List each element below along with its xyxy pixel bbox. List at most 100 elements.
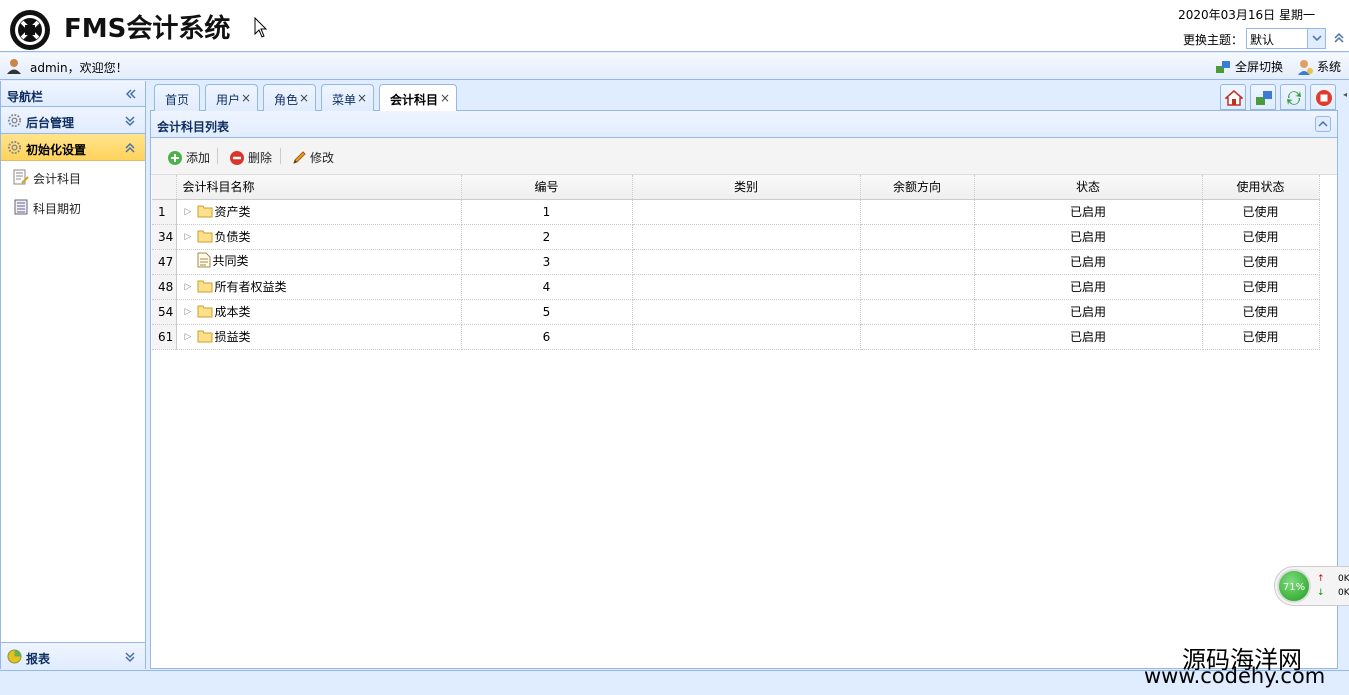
tab-bar: 首页 用户 × 角色 × 菜单 × 会计科目 × (150, 81, 1338, 112)
column-header[interactable]: 类别 (632, 175, 861, 200)
fullscreen-label: 全屏切换 (1235, 60, 1284, 74)
fullscreen-button[interactable]: 全屏切换 (1215, 58, 1283, 75)
expand-arrow-icon[interactable]: ▷ (185, 282, 197, 292)
close-icon[interactable]: × (357, 91, 367, 105)
column-header[interactable]: 会计科目名称 (176, 175, 462, 200)
close-icon[interactable]: × (241, 91, 251, 105)
subject-name-cell[interactable]: ▷ 成本类 (176, 299, 462, 325)
delete-label: 删除 (248, 151, 273, 165)
nav-group-reports[interactable]: 报表 (1, 642, 145, 669)
table-row[interactable]: 54 ▷ 成本类 5 已启用 已使用 (152, 299, 1320, 325)
fullscreen-icon (1216, 60, 1230, 73)
tab-home[interactable]: 首页 (154, 84, 200, 111)
nav-group-init-settings[interactable]: 初始化设置 (1, 134, 145, 161)
close-icon[interactable]: × (440, 91, 450, 105)
tab-accounting-subjects[interactable]: 会计科目 × (379, 84, 457, 112)
nav-group-label: 报表 (26, 652, 51, 666)
status-cell: 已启用 (974, 274, 1203, 300)
subject-code: 6 (461, 324, 633, 350)
sidebar-item-initial-balances[interactable]: 科目期初 (1, 191, 145, 221)
home-button[interactable] (1220, 84, 1246, 110)
toolbar-separator (217, 148, 218, 164)
fullscreen-icon (1256, 91, 1272, 105)
column-header[interactable]: 使用状态 (1202, 175, 1320, 200)
tab-label: 角色 (274, 93, 299, 107)
collapse-header-icon[interactable] (1333, 32, 1345, 44)
close-icon[interactable]: × (299, 91, 309, 105)
balance-direction (860, 299, 975, 325)
fullscreen-tab-button[interactable] (1250, 84, 1276, 110)
subject-category (632, 299, 861, 325)
subject-list-panel: 会计科目列表 添加 删除 修改 会计科目名称 编号 类别 余额方向 状态 使用状… (150, 111, 1338, 669)
balance-direction (860, 324, 975, 350)
column-header[interactable]: 编号 (461, 175, 633, 200)
collapse-nav-icon[interactable] (125, 88, 137, 100)
arrow-up-icon: ↑ (1317, 574, 1325, 584)
logo-icon (10, 10, 50, 50)
expand-arrow-icon[interactable]: ▷ (185, 332, 197, 342)
nav-group-backend[interactable]: 后台管理 (1, 107, 145, 134)
expand-arrow-icon[interactable]: ▷ (185, 207, 197, 217)
main-area: 首页 用户 × 角色 × 菜单 × 会计科目 × 会计科目列表 添加 删除 修改… (150, 81, 1338, 669)
system-user-icon (1298, 59, 1313, 75)
nav-header: 导航栏 (1, 81, 145, 107)
folder-icon (197, 204, 213, 221)
theme-select[interactable]: 默认 (1246, 28, 1326, 49)
subject-category (632, 249, 861, 275)
table-row[interactable]: 1 ▷ 资产类 1 已启用 已使用 (152, 199, 1320, 225)
column-header[interactable]: 状态 (974, 175, 1203, 200)
add-icon (168, 150, 182, 165)
tab-users[interactable]: 用户 × (205, 84, 258, 111)
row-number: 34 (152, 224, 177, 250)
column-header[interactable]: 余额方向 (860, 175, 975, 200)
subject-name-cell[interactable]: 共同类 (176, 249, 462, 275)
delete-button[interactable]: 删除 (229, 149, 272, 166)
watermark-url: www.codehy.com (1144, 664, 1326, 688)
subject-category (632, 324, 861, 350)
nav-title: 导航栏 (7, 90, 44, 104)
subject-name-cell[interactable]: ▷ 所有者权益类 (176, 274, 462, 300)
table-row[interactable]: 47 共同类 3 已启用 已使用 (152, 249, 1320, 275)
grid-header-row: 会计科目名称 编号 类别 余额方向 状态 使用状态 (152, 175, 1320, 200)
subject-name-cell[interactable]: ▷ 资产类 (176, 199, 462, 225)
edit-button[interactable]: 修改 (291, 149, 334, 166)
collapse-panel-button[interactable] (1315, 116, 1331, 132)
row-number: 48 (152, 274, 177, 300)
row-number: 54 (152, 299, 177, 325)
subject-name: 损益类 (214, 329, 251, 344)
list-document-icon (14, 199, 28, 215)
close-all-button[interactable] (1310, 84, 1336, 110)
user-avatar-icon (7, 59, 21, 74)
nav-group-label: 初始化设置 (26, 143, 87, 157)
chevron-down-icon[interactable] (1307, 29, 1325, 48)
expand-arrow-icon[interactable]: ▷ (185, 307, 197, 317)
status-cell: 已启用 (974, 199, 1203, 225)
app-title: FMS会计系统 (64, 14, 231, 44)
expand-arrow-icon[interactable]: ▷ (185, 232, 197, 242)
use-status-cell: 已使用 (1202, 274, 1320, 300)
system-button[interactable]: 系统 (1297, 58, 1341, 75)
use-status-cell: 已使用 (1202, 199, 1320, 225)
stop-icon (1316, 90, 1332, 106)
subject-name-cell[interactable]: ▷ 损益类 (176, 324, 462, 350)
row-number: 61 (152, 324, 177, 350)
network-speed-widget[interactable]: 71% ↑ ↓ 0K 0K (1274, 566, 1349, 606)
tab-menus[interactable]: 菜单 × (321, 84, 374, 111)
chevron-left-icon[interactable]: ◂ (1343, 90, 1347, 99)
tab-roles[interactable]: 角色 × (263, 84, 316, 111)
refresh-button[interactable] (1280, 84, 1306, 110)
chevron-double-up-icon (125, 142, 135, 153)
subject-name-cell[interactable]: ▷ 负债类 (176, 224, 462, 250)
chevron-double-down-icon (125, 652, 135, 663)
tab-label: 用户 (216, 93, 241, 107)
app-header: FMS会计系统 2020年03月16日 星期一 更换主题： 默认 (0, 0, 1349, 52)
status-cell: 已启用 (974, 224, 1203, 250)
theme-select-value: 默认 (1250, 33, 1275, 47)
row-number-header (152, 175, 177, 200)
table-row[interactable]: 61 ▷ 损益类 6 已启用 已使用 (152, 324, 1320, 350)
table-row[interactable]: 34 ▷ 负债类 2 已启用 已使用 (152, 224, 1320, 250)
balance-direction (860, 199, 975, 225)
sidebar-item-accounting-subjects[interactable]: 会计科目 (1, 161, 145, 191)
add-button[interactable]: 添加 (167, 149, 210, 166)
table-row[interactable]: 48 ▷ 所有者权益类 4 已启用 已使用 (152, 274, 1320, 300)
